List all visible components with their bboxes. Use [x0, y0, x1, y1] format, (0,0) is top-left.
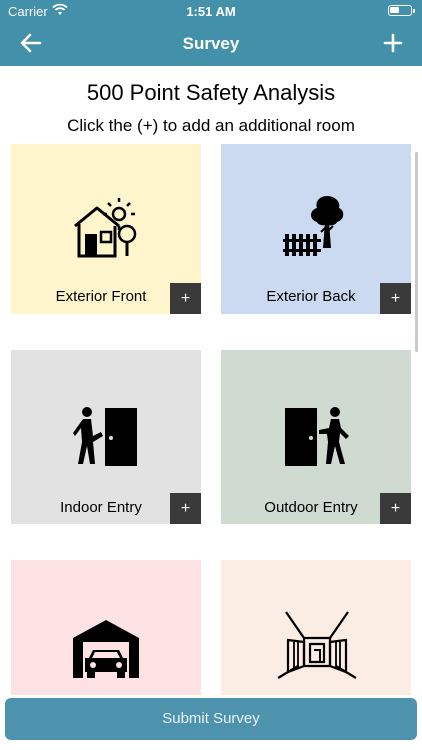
page-title: 500 Point Safety Analysis	[86, 80, 336, 105]
status-time: 1:51 AM	[186, 4, 236, 19]
room-perspective-icon	[277, 611, 357, 679]
garage-car-icon	[73, 620, 139, 678]
submit-survey-button[interactable]: Submit Survey	[5, 698, 417, 740]
tile-exterior-back[interactable]: Exterior Back +	[221, 144, 411, 314]
battery-icon	[388, 5, 415, 16]
navigation-bar: Survey	[0, 22, 422, 66]
door-person-icon	[285, 407, 349, 466]
tile-label: Indoor Entry	[60, 499, 142, 516]
add-room-button[interactable]: +	[380, 283, 411, 314]
tile-garage[interactable]	[11, 560, 201, 695]
add-room-button[interactable]: +	[380, 493, 411, 524]
tile-exterior-front[interactable]: Exterior Front +	[11, 144, 201, 314]
tile-outdoor-entry[interactable]: Outdoor Entry +	[221, 350, 411, 524]
tile-label: Exterior Front	[55, 288, 147, 305]
add-room-button[interactable]: +	[170, 493, 201, 524]
tile-label: Outdoor Entry	[264, 499, 358, 516]
house-icon	[74, 198, 137, 258]
add-room-button[interactable]: +	[170, 283, 201, 314]
page-subtitle: Click the (+) to add an additional room	[67, 116, 355, 135]
add-plus-icon[interactable]	[380, 30, 406, 56]
top-bar: Carrier 1:51 AM Survey	[0, 0, 422, 66]
tile-label: Exterior Back	[266, 288, 356, 305]
nav-title: Survey	[182, 34, 240, 53]
person-door-icon	[73, 407, 137, 466]
scrollbar[interactable]	[415, 152, 418, 352]
tile-room[interactable]	[221, 560, 411, 695]
tile-indoor-entry[interactable]: Indoor Entry +	[11, 350, 201, 524]
tree-fence-icon	[283, 196, 344, 256]
status-bar: Carrier 1:51 AM	[0, 0, 422, 22]
